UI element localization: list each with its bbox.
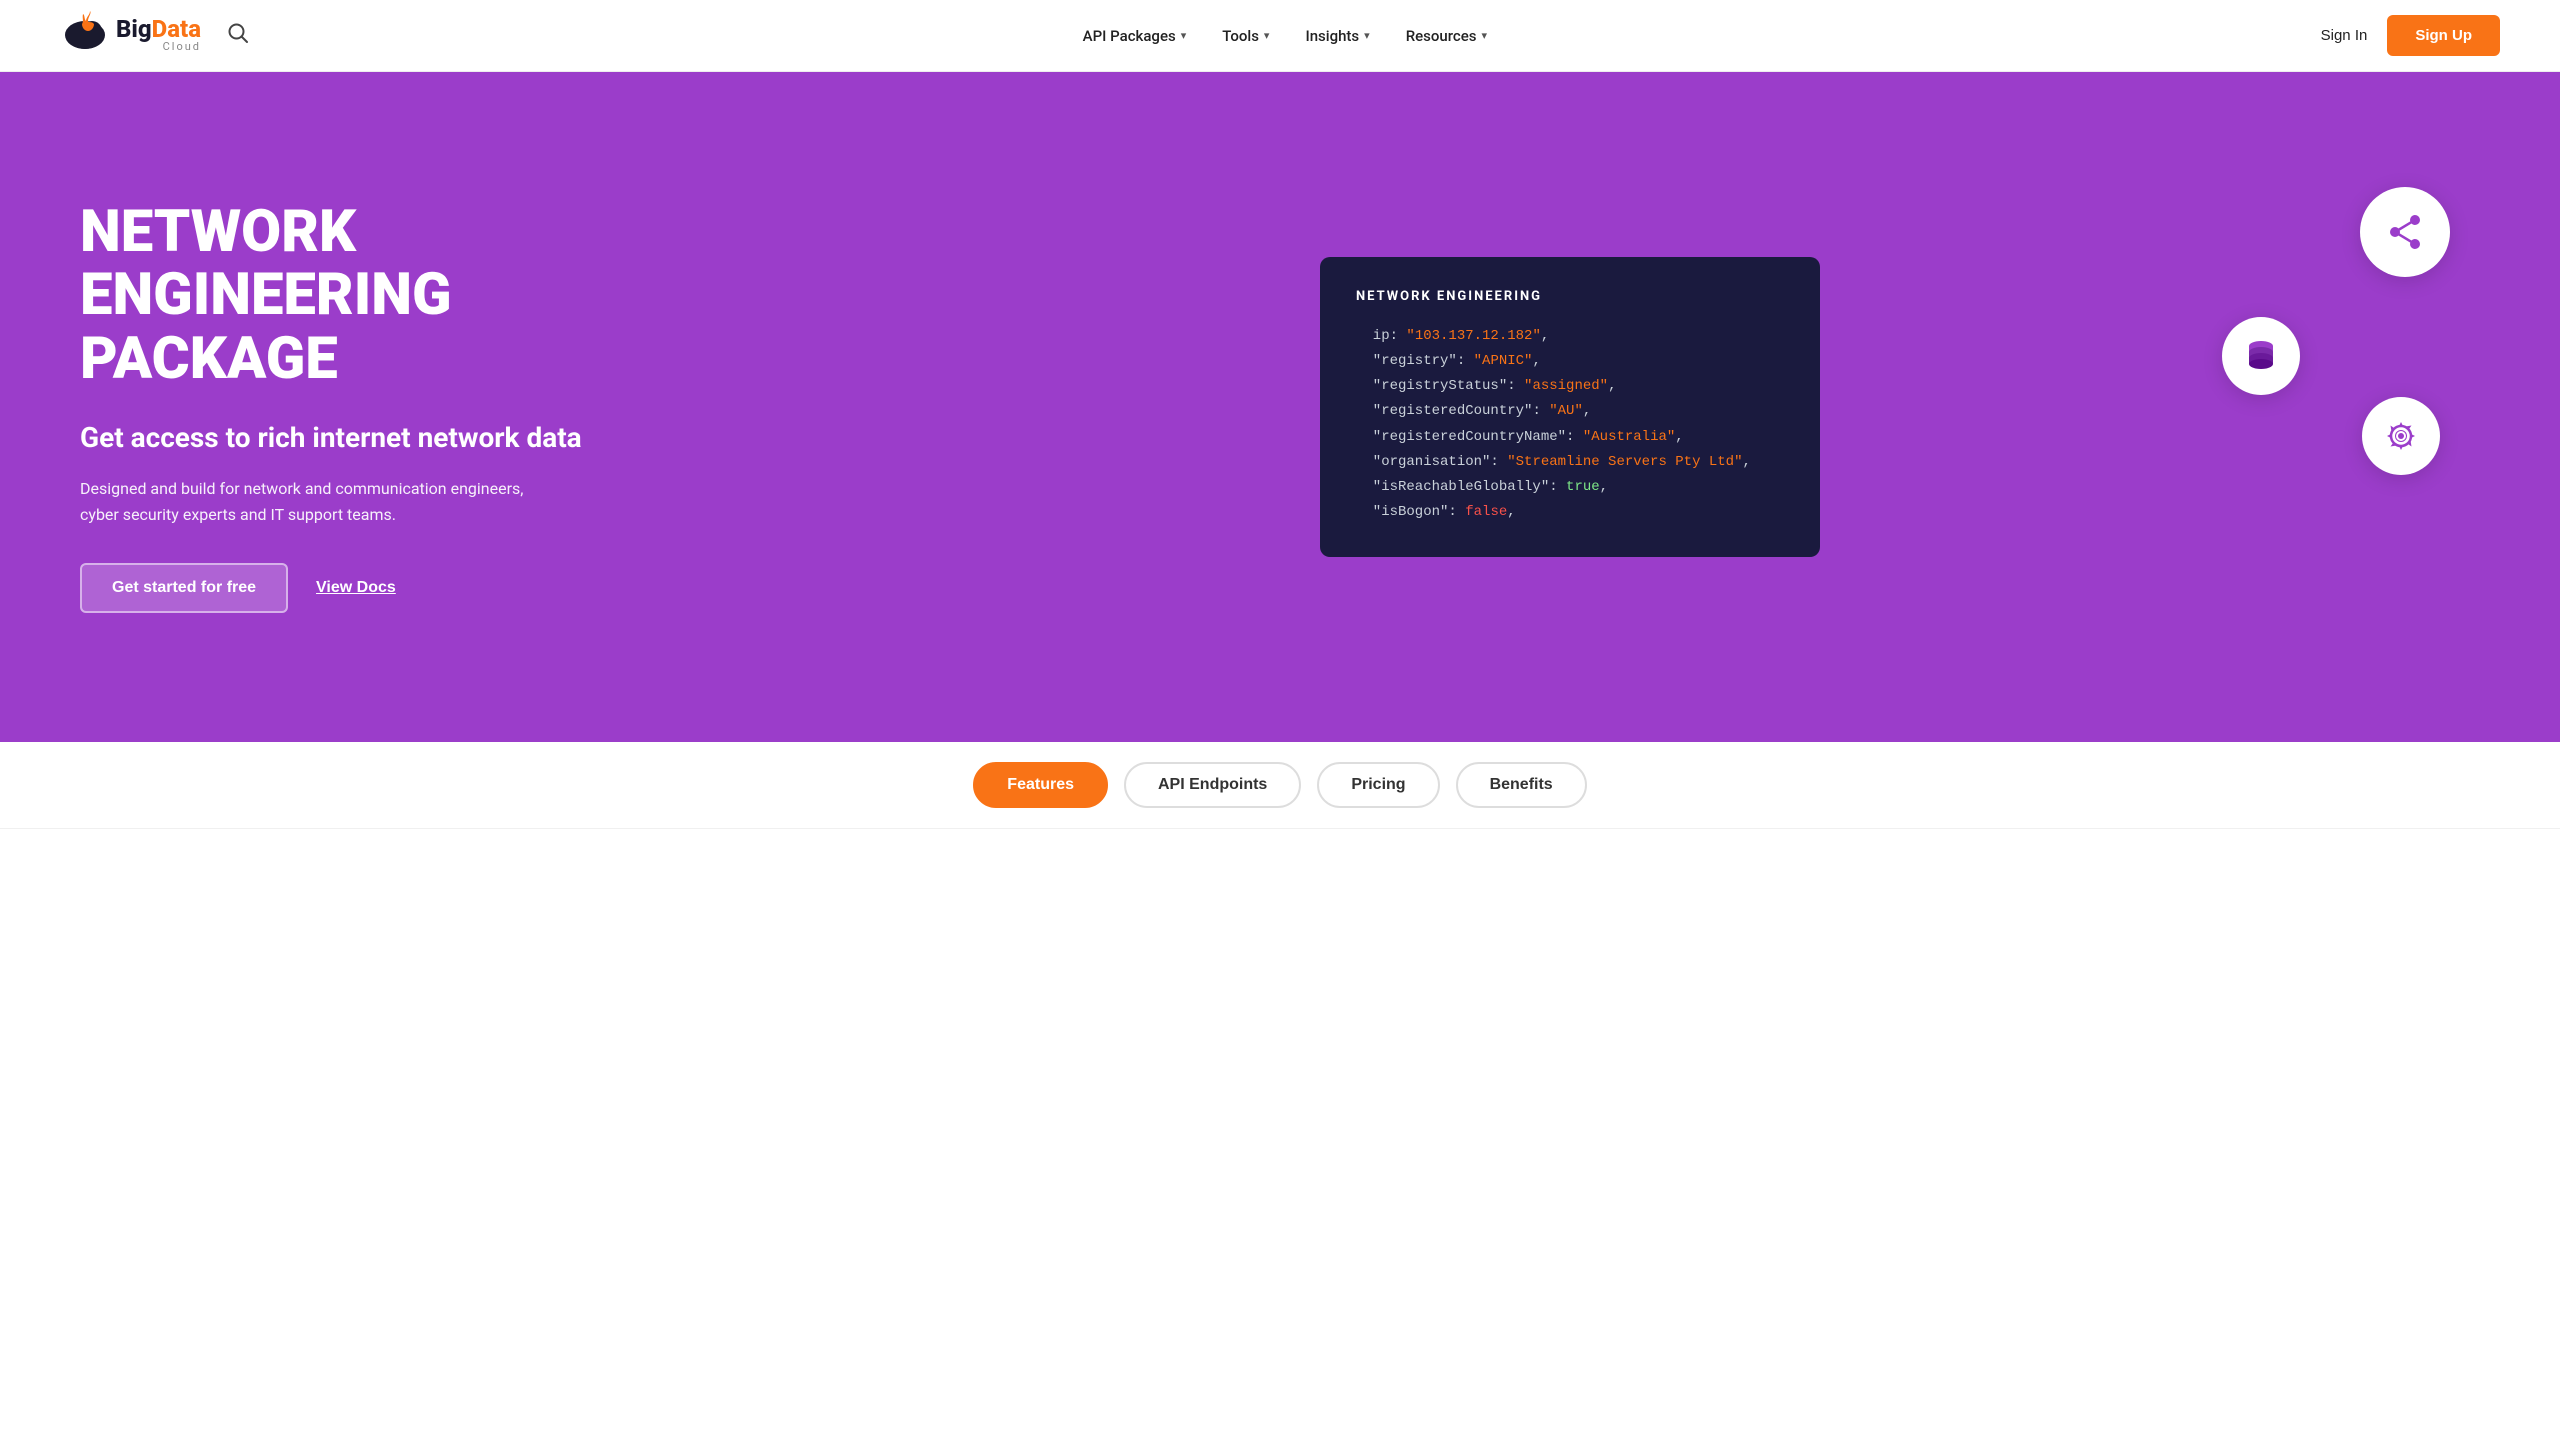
tab-api-endpoints[interactable]: API Endpoints — [1124, 762, 1301, 808]
view-docs-button[interactable]: View Docs — [316, 579, 396, 597]
hero-title: NETWORK ENGINEERING PACKAGE — [80, 201, 660, 392]
logo-text: BigData Cloud — [116, 17, 201, 53]
search-icon — [227, 22, 249, 44]
nav-resources-chevron: ▾ — [1481, 29, 1487, 42]
signup-button[interactable]: Sign Up — [2387, 15, 2500, 56]
nav-item-resources[interactable]: Resources ▾ — [1406, 27, 1487, 45]
code-card-title: NETWORK ENGINEERING — [1356, 289, 1784, 304]
database-svg-icon — [2243, 338, 2279, 374]
code-line-7: "isReachableGlobally": true, — [1356, 475, 1784, 500]
share-svg-icon — [2385, 212, 2425, 252]
nav-center: API Packages ▾ Tools ▾ Insights ▾ Resour… — [1083, 27, 1487, 45]
tab-benefits[interactable]: Benefits — [1456, 762, 1587, 808]
logo[interactable]: BigData Cloud — [60, 9, 201, 62]
float-gear-icon — [2362, 397, 2440, 475]
logo-name: BigData — [116, 17, 201, 41]
nav-insights-chevron: ▾ — [1364, 29, 1370, 42]
nav-api-packages-chevron: ▾ — [1181, 29, 1187, 42]
logo-cloud-label: Cloud — [116, 41, 201, 53]
code-block: ip: "103.137.12.182", "registry": "APNIC… — [1356, 324, 1784, 526]
nav-item-api-packages[interactable]: API Packages ▾ — [1083, 27, 1187, 45]
hero-description: Designed and build for network and commu… — [80, 476, 540, 527]
logo-cloud-icon — [60, 9, 110, 62]
nav-tools-label: Tools — [1222, 27, 1259, 45]
code-card: NETWORK ENGINEERING ip: "103.137.12.182"… — [1320, 257, 1820, 558]
signin-button[interactable]: Sign In — [2321, 27, 2368, 44]
hero-right: NETWORK ENGINEERING ip: "103.137.12.182"… — [660, 157, 2480, 657]
hero-left: NETWORK ENGINEERING PACKAGE Get access t… — [80, 201, 660, 614]
code-line-2: "registry": "APNIC", — [1356, 349, 1784, 374]
tabs-bar: Features API Endpoints Pricing Benefits — [0, 742, 2560, 829]
logo-svg-icon — [60, 9, 110, 53]
nav-item-insights[interactable]: Insights ▾ — [1305, 27, 1369, 45]
nav-left: BigData Cloud — [60, 9, 249, 62]
code-line-6: "organisation": "Streamline Servers Pty … — [1356, 450, 1784, 475]
nav-resources-label: Resources — [1406, 27, 1477, 45]
code-line-1: ip: "103.137.12.182", — [1356, 324, 1784, 349]
get-started-button[interactable]: Get started for free — [80, 563, 288, 613]
float-database-icon — [2222, 317, 2300, 395]
code-line-5: "registeredCountryName": "Australia", — [1356, 425, 1784, 450]
code-line-8: "isBogon": false, — [1356, 500, 1784, 525]
nav-tools-chevron: ▾ — [1264, 29, 1270, 42]
float-share-icon — [2360, 187, 2450, 277]
gear-svg-icon — [2383, 418, 2419, 454]
code-line-3: "registryStatus": "assigned", — [1356, 374, 1784, 399]
nav-api-packages-label: API Packages — [1083, 27, 1176, 45]
tab-pricing[interactable]: Pricing — [1317, 762, 1439, 808]
hero-buttons: Get started for free View Docs — [80, 563, 660, 613]
nav-right: Sign In Sign Up — [2321, 15, 2500, 56]
hero-subtitle: Get access to rich internet network data — [80, 420, 660, 456]
search-button[interactable] — [227, 22, 249, 49]
code-line-4: "registeredCountry": "AU", — [1356, 399, 1784, 424]
navbar: BigData Cloud API Packages ▾ Tools ▾ Ins… — [0, 0, 2560, 72]
nav-insights-label: Insights — [1305, 27, 1359, 45]
nav-item-tools[interactable]: Tools ▾ — [1222, 27, 1269, 45]
tab-features[interactable]: Features — [973, 762, 1108, 808]
hero-section: NETWORK ENGINEERING PACKAGE Get access t… — [0, 72, 2560, 742]
